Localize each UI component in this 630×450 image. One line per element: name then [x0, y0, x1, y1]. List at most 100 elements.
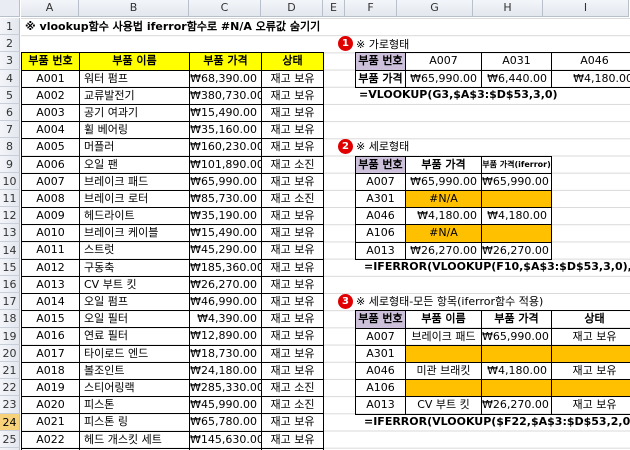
table-cell[interactable]: 휠 베어링 [80, 122, 190, 140]
column-header[interactable]: G [397, 0, 473, 17]
table-cell[interactable]: A011 [22, 242, 80, 260]
table-cell[interactable]: A004 [22, 122, 80, 140]
table-cell[interactable]: 재고 보유 [262, 311, 324, 329]
column-header-cell[interactable]: 부품 가격(iferror) [482, 156, 552, 174]
row-header[interactable]: 12 [0, 207, 20, 225]
table-cell[interactable]: 재고 소진 [262, 190, 324, 209]
table-cell[interactable]: ₩4,390.00 [190, 311, 262, 329]
table-cell[interactable]: 오일 필터 [80, 311, 190, 329]
table-cell[interactable]: 교류발전기 [80, 87, 190, 105]
table-cell[interactable]: A022 [22, 431, 80, 449]
table-cell[interactable] [406, 345, 482, 363]
table-cell[interactable] [482, 225, 552, 243]
row-header[interactable]: 6 [0, 104, 20, 122]
column-header-cell[interactable]: 부품 번호 [356, 311, 406, 329]
column-header-cell[interactable]: 부품 이름 [406, 311, 482, 329]
table-cell[interactable]: 오일 펌프 [80, 294, 190, 312]
column-header-cell[interactable]: 부품 가격 [190, 53, 262, 71]
lookup-result-cell[interactable]: ₩6,440.00 [482, 70, 552, 88]
table-cell[interactable]: 브레이크 로터 [80, 190, 190, 209]
table-cell[interactable]: ₩26,270.00 [406, 242, 482, 260]
column-header[interactable]: H [473, 0, 543, 17]
lookup-id-cell[interactable]: A007 [406, 53, 482, 71]
table-cell[interactable]: A106 [356, 225, 406, 243]
table-cell[interactable]: 연료 필터 [80, 328, 190, 346]
table-cell[interactable]: #N/A [406, 225, 482, 243]
table-cell[interactable]: 머플러 [80, 139, 190, 157]
table-cell[interactable]: 헤드 개스킷 세트 [80, 431, 190, 449]
table-cell[interactable]: 구동축 [80, 259, 190, 277]
table-cell[interactable]: 미관 브래킷 [406, 362, 482, 381]
row-header[interactable]: 24 [0, 413, 20, 431]
table-cell[interactable]: ₩65,990.00 [406, 173, 482, 191]
table-cell[interactable]: 재고 보유 [262, 242, 324, 260]
table-cell[interactable]: ₩4,180.00 [482, 208, 552, 226]
table-cell[interactable]: A007 [22, 173, 80, 191]
column-header[interactable]: F [345, 0, 397, 17]
table-cell[interactable]: A001 [22, 70, 80, 88]
table-cell[interactable]: A015 [22, 311, 80, 329]
table-cell[interactable]: A046 [356, 208, 406, 226]
table-cell[interactable]: ₩4,180.00 [482, 362, 552, 381]
table-cell[interactable]: ₩65,780.00 [190, 414, 262, 432]
table-cell[interactable]: ₩35,160.00 [190, 122, 262, 140]
table-cell[interactable]: #N/A [406, 190, 482, 209]
row-header[interactable]: 14 [0, 241, 20, 259]
row-header[interactable]: 1 [0, 18, 20, 36]
column-header-cell[interactable]: 부품 번호 [356, 156, 406, 174]
row-header[interactable]: 20 [0, 344, 20, 362]
table-cell[interactable]: 볼조인트 [80, 362, 190, 380]
table-cell[interactable]: A012 [22, 259, 80, 277]
table-cell[interactable]: A013 [356, 397, 406, 415]
table-cell[interactable]: ₩85,730.00 [190, 190, 262, 209]
table-cell[interactable]: 브레이크 패드 [406, 328, 482, 346]
table-cell[interactable]: ₩26,270.00 [482, 242, 552, 260]
select-all-corner[interactable] [0, 0, 20, 17]
table-cell[interactable]: 브레이크 패드 [80, 173, 190, 191]
table-cell[interactable]: 재고 보유 [262, 173, 324, 191]
table-cell[interactable]: ₩285,330.00 [190, 379, 262, 398]
row-label-cell[interactable]: 부품 가격 [356, 70, 406, 88]
table-cell[interactable]: CV 부트 킷 [406, 397, 482, 415]
table-cell[interactable]: 재고 보유 [262, 139, 324, 157]
row-header[interactable]: 10 [0, 172, 20, 190]
table-cell[interactable]: A019 [22, 379, 80, 398]
column-header-cell[interactable]: 부품 가격 [406, 156, 482, 174]
row-header[interactable]: 9 [0, 155, 20, 173]
row-header[interactable]: 19 [0, 327, 20, 345]
column-header-cell[interactable]: 부품 이름 [80, 53, 190, 71]
table-cell[interactable]: A018 [22, 362, 80, 380]
table-cell[interactable]: ₩185,360.00 [190, 259, 262, 277]
table-cell[interactable]: A017 [22, 345, 80, 363]
table-cell[interactable]: ₩26,270.00 [190, 276, 262, 295]
table-cell[interactable]: 워터 펌프 [80, 70, 190, 88]
table-cell[interactable]: 재고 보유 [262, 362, 324, 380]
table-cell[interactable]: 브레이크 케이블 [80, 225, 190, 243]
table-cell[interactable]: ₩18,730.00 [190, 345, 262, 363]
table-cell[interactable]: ₩68,390.00 [190, 70, 262, 88]
row-header[interactable]: 5 [0, 86, 20, 104]
column-header-cell[interactable]: 상태 [552, 311, 630, 329]
table-cell[interactable]: ₩101,890.00 [190, 156, 262, 174]
row-header[interactable]: 15 [0, 258, 20, 276]
lookup-result-cell[interactable]: ₩4,180.00 [552, 71, 630, 88]
row-header[interactable]: 11 [0, 190, 20, 208]
lookup-result-cell[interactable]: ₩65,990.00 [406, 70, 482, 88]
table-cell[interactable]: ₩24,180.00 [190, 362, 262, 380]
table-cell[interactable]: 재고 소진 [262, 156, 324, 174]
column-header[interactable]: C [189, 0, 261, 17]
table-cell[interactable]: 재고 보유 [262, 225, 324, 243]
table-cell[interactable]: 재고 보유 [262, 345, 324, 363]
table-cell[interactable]: 재고 보유 [262, 294, 324, 312]
row-header[interactable]: 3 [0, 52, 20, 70]
table-cell[interactable] [482, 190, 552, 209]
table-cell[interactable]: 공기 여과기 [80, 104, 190, 123]
column-header-cell[interactable]: 부품 가격 [482, 311, 552, 329]
table-cell[interactable]: ₩12,890.00 [190, 328, 262, 346]
table-cell[interactable] [406, 380, 482, 398]
table-cell[interactable]: 재고 보유 [262, 414, 324, 432]
table-cell[interactable]: A002 [22, 87, 80, 105]
table-cell[interactable]: A016 [22, 328, 80, 346]
table-cell[interactable]: ₩45,290.00 [190, 242, 262, 260]
table-cell[interactable]: 재고 보유 [262, 431, 324, 449]
